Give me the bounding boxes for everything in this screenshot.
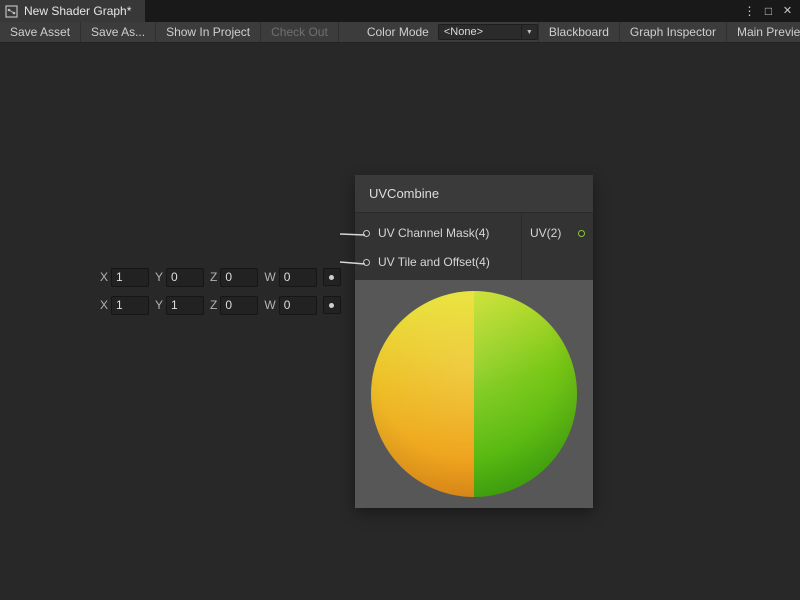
blackboard-toggle-button[interactable]: Blackboard <box>538 22 619 42</box>
graph-canvas[interactable]: UVCombine UV Channel Mask(4) UV Tile and… <box>0 43 800 600</box>
close-icon[interactable]: ✕ <box>780 0 795 22</box>
field-label-z: Z <box>210 270 217 284</box>
y-value-field[interactable] <box>166 268 204 287</box>
vector-field-x: X <box>100 268 149 287</box>
tab-bar: New Shader Graph* ⋮ □ ✕ <box>0 0 800 22</box>
w-value-field[interactable] <box>279 296 317 315</box>
field-label-y: Y <box>155 270 163 284</box>
port-circle-icon[interactable] <box>578 230 585 237</box>
node-header[interactable]: UVCombine <box>355 175 593 213</box>
menu-icon[interactable]: ⋮ <box>742 0 757 22</box>
field-label-y: Y <box>155 298 163 312</box>
preview-sphere <box>371 291 577 497</box>
input-port-label: UV Channel Mask(4) <box>378 226 489 240</box>
main-preview-toggle-button[interactable]: Main Preview <box>726 22 800 42</box>
toolbar-right-group: Blackboard Graph Inspector Main Preview <box>538 22 800 42</box>
vector-field-z: Z <box>210 296 258 315</box>
color-mode-value: <None> <box>444 26 483 38</box>
vector-field-y: Y <box>155 296 204 315</box>
edge-connector-stub[interactable] <box>323 296 341 314</box>
save-asset-button[interactable]: Save Asset <box>0 22 81 42</box>
color-mode-group: Color Mode <None> ▼ <box>367 22 538 42</box>
node-title: UVCombine <box>369 186 439 201</box>
input-ports: UV Channel Mask(4) UV Tile and Offset(4) <box>355 213 521 280</box>
node-uvcombine[interactable]: UVCombine UV Channel Mask(4) UV Tile and… <box>355 175 593 508</box>
port-circle-icon[interactable] <box>363 230 370 237</box>
x-value-field[interactable] <box>111 268 149 287</box>
sphere-shading <box>371 291 577 497</box>
field-label-w: W <box>264 270 275 284</box>
shader-graph-window: New Shader Graph* ⋮ □ ✕ Save Asset Save … <box>0 0 800 600</box>
y-value-field[interactable] <box>166 296 204 315</box>
show-in-project-button[interactable]: Show In Project <box>156 22 261 42</box>
vector-field-z: Z <box>210 268 258 287</box>
chevron-down-icon: ▼ <box>521 25 537 39</box>
color-mode-label: Color Mode <box>367 25 429 39</box>
maximize-icon[interactable]: □ <box>761 0 776 22</box>
node-ports: UV Channel Mask(4) UV Tile and Offset(4)… <box>355 213 593 280</box>
vector-field-y: Y <box>155 268 204 287</box>
field-label-x: X <box>100 298 108 312</box>
edge-connector-stub[interactable] <box>323 268 341 286</box>
check-out-button: Check Out <box>261 22 339 42</box>
color-mode-dropdown[interactable]: <None> ▼ <box>438 24 538 40</box>
output-port-uv[interactable]: UV(2) <box>530 225 585 241</box>
output-ports: UV(2) <box>521 213 593 280</box>
field-label-w: W <box>264 298 275 312</box>
tab-new-shader-graph[interactable]: New Shader Graph* <box>0 0 145 22</box>
input-port-label: UV Tile and Offset(4) <box>378 255 490 269</box>
field-label-z: Z <box>210 298 217 312</box>
vector4-input-row-channel-mask: X Y Z W <box>100 267 341 287</box>
input-port-uv-channel-mask[interactable]: UV Channel Mask(4) <box>363 225 521 241</box>
window-controls: ⋮ □ ✕ <box>742 0 800 22</box>
tab-title: New Shader Graph* <box>24 4 131 18</box>
save-as-button[interactable]: Save As... <box>81 22 156 42</box>
input-port-uv-tile-offset[interactable]: UV Tile and Offset(4) <box>363 254 521 270</box>
graph-inspector-toggle-button[interactable]: Graph Inspector <box>619 22 726 42</box>
connector-dot-icon <box>329 303 334 308</box>
z-value-field[interactable] <box>220 268 258 287</box>
z-value-field[interactable] <box>220 296 258 315</box>
shader-graph-icon <box>5 5 18 18</box>
node-preview <box>355 280 593 508</box>
vector-field-x: X <box>100 296 149 315</box>
port-circle-icon[interactable] <box>363 259 370 266</box>
output-port-label: UV(2) <box>530 226 561 240</box>
w-value-field[interactable] <box>279 268 317 287</box>
connector-dot-icon <box>329 275 334 280</box>
field-label-x: X <box>100 270 108 284</box>
shader-graph-toolbar: Save Asset Save As... Show In Project Ch… <box>0 22 800 43</box>
x-value-field[interactable] <box>111 296 149 315</box>
vector-field-w: W <box>264 268 316 287</box>
vector4-input-row-tile-offset: X Y Z W <box>100 295 341 315</box>
vector-field-w: W <box>264 296 316 315</box>
